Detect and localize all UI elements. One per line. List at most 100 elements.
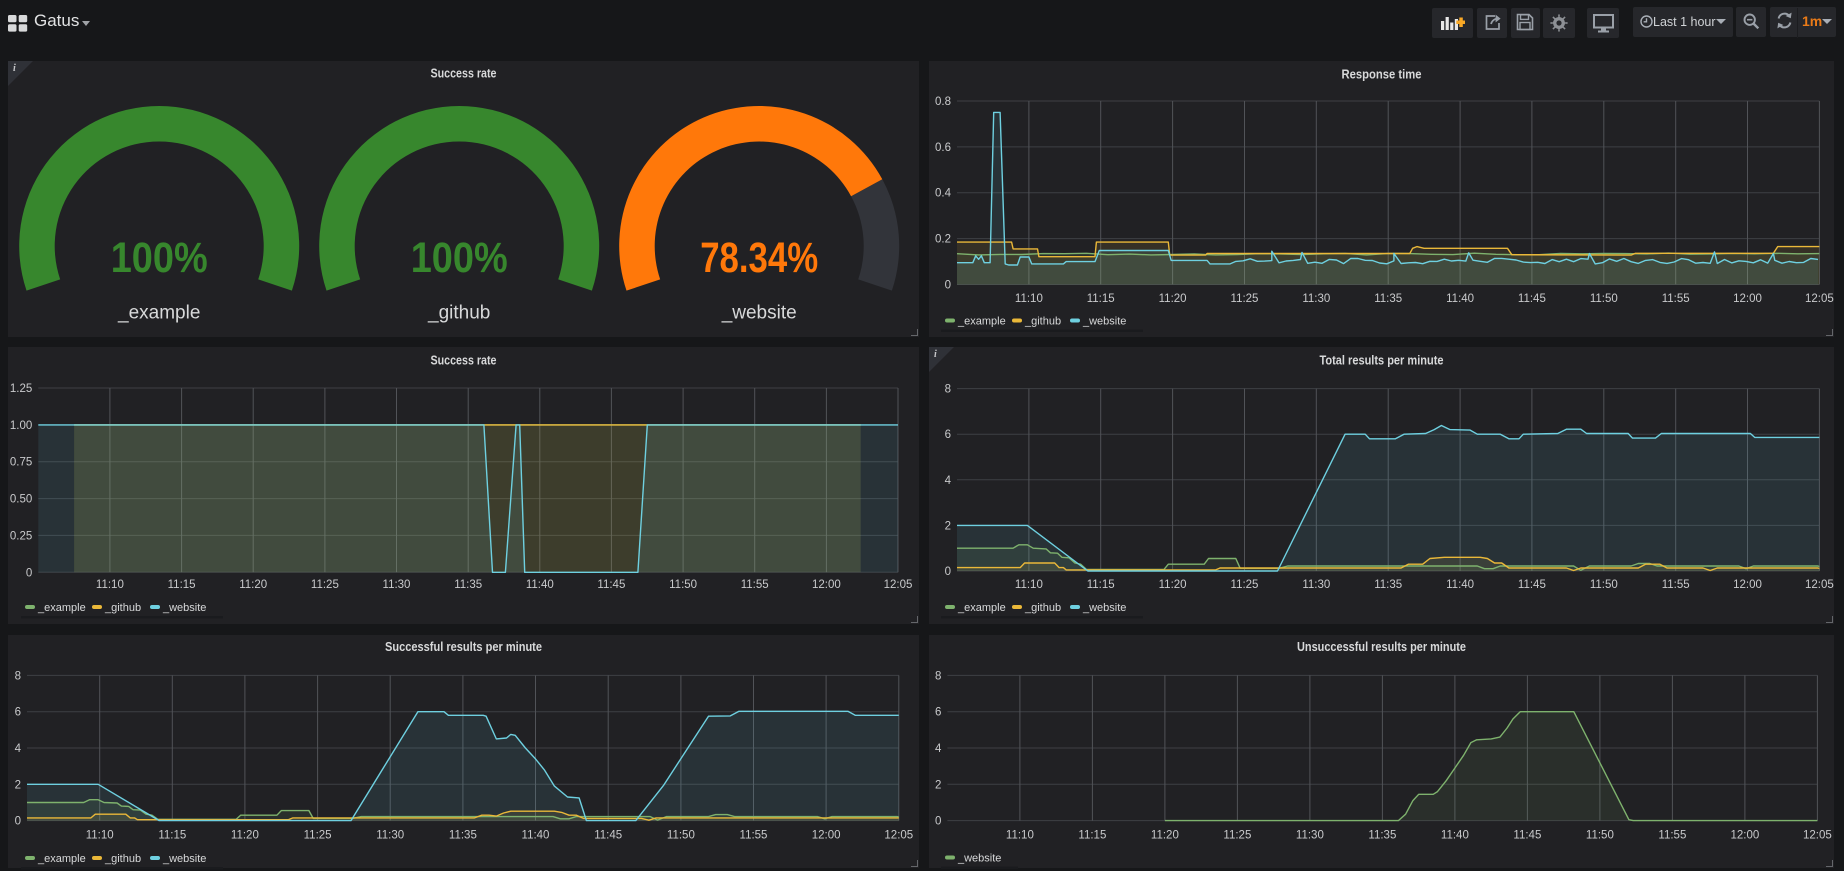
svg-text:6: 6	[935, 707, 941, 719]
svg-text:11:45: 11:45	[1518, 293, 1546, 305]
svg-text:100%: 100%	[111, 234, 208, 282]
svg-text:12:05: 12:05	[884, 579, 913, 591]
svg-text:11:10: 11:10	[1015, 293, 1043, 305]
svg-text:12:00: 12:00	[812, 830, 841, 842]
svg-text:11:55: 11:55	[1658, 830, 1686, 842]
svg-text:12:05: 12:05	[884, 830, 913, 842]
svg-text:_website: _website	[721, 303, 797, 324]
svg-text:11:55: 11:55	[741, 579, 769, 591]
svg-text:100%: 100%	[411, 234, 508, 282]
svg-text:0: 0	[945, 566, 951, 578]
svg-text:11:40: 11:40	[522, 830, 550, 842]
svg-text:11:50: 11:50	[667, 830, 695, 842]
svg-text:11:30: 11:30	[1302, 293, 1330, 305]
svg-text:11:40: 11:40	[526, 579, 554, 591]
svg-text:Successful results per minute: Successful results per minute	[385, 639, 542, 654]
svg-text:2: 2	[15, 779, 21, 791]
svg-text:11:30: 11:30	[1302, 579, 1330, 591]
svg-text:_github: _github	[104, 602, 141, 614]
svg-text:0: 0	[15, 816, 21, 828]
svg-text:11:15: 11:15	[1087, 579, 1115, 591]
svg-text:0: 0	[26, 567, 32, 579]
svg-text:1.00: 1.00	[10, 420, 32, 432]
svg-text:78.34%: 78.34%	[700, 234, 818, 282]
svg-text:_website: _website	[957, 853, 1001, 865]
svg-text:11:55: 11:55	[740, 830, 768, 842]
svg-text:11:10: 11:10	[96, 579, 124, 591]
svg-text:11:25: 11:25	[311, 579, 339, 591]
svg-text:11:20: 11:20	[1151, 830, 1179, 842]
svg-text:11:50: 11:50	[669, 579, 697, 591]
svg-text:8: 8	[935, 670, 941, 682]
svg-text:12:00: 12:00	[1733, 579, 1762, 591]
svg-text:4: 4	[945, 475, 952, 487]
svg-text:_example: _example	[37, 602, 86, 614]
svg-text:11:25: 11:25	[1223, 830, 1251, 842]
svg-text:11:20: 11:20	[1159, 293, 1187, 305]
svg-text:11:30: 11:30	[376, 830, 404, 842]
svg-text:11:20: 11:20	[239, 579, 267, 591]
svg-text:11:35: 11:35	[449, 830, 477, 842]
svg-text:11:50: 11:50	[1590, 293, 1618, 305]
svg-text:11:15: 11:15	[158, 830, 186, 842]
svg-text:6: 6	[945, 429, 951, 441]
svg-text:_website: _website	[162, 602, 206, 614]
svg-text:11:55: 11:55	[1662, 293, 1690, 305]
svg-text:11:10: 11:10	[1015, 579, 1043, 591]
svg-text:0.2: 0.2	[935, 234, 951, 246]
svg-text:4: 4	[15, 743, 22, 755]
svg-text:11:35: 11:35	[1368, 830, 1396, 842]
svg-text:11:10: 11:10	[1006, 830, 1034, 842]
svg-text:Response time: Response time	[1342, 67, 1422, 82]
svg-text:11:35: 11:35	[1374, 579, 1402, 591]
svg-text:11:50: 11:50	[1590, 579, 1618, 591]
svg-text:_example: _example	[957, 602, 1006, 614]
svg-text:11:40: 11:40	[1446, 293, 1474, 305]
svg-text:Success rate: Success rate	[431, 353, 497, 368]
svg-text:_website: _website	[1082, 316, 1126, 328]
svg-text:11:55: 11:55	[1662, 579, 1690, 591]
svg-text:0.75: 0.75	[10, 457, 32, 469]
svg-text:12:00: 12:00	[1731, 830, 1760, 842]
svg-text:0: 0	[945, 280, 951, 292]
svg-text:11:35: 11:35	[454, 579, 482, 591]
svg-text:12:05: 12:05	[1803, 830, 1832, 842]
svg-text:Success rate: Success rate	[431, 66, 497, 81]
svg-text:0.6: 0.6	[935, 142, 951, 154]
svg-text:11:20: 11:20	[1159, 579, 1187, 591]
svg-text:11:40: 11:40	[1446, 579, 1474, 591]
svg-text:2: 2	[935, 779, 941, 791]
svg-text:11:30: 11:30	[383, 579, 411, 591]
svg-text:_example: _example	[957, 316, 1006, 328]
svg-text:0.50: 0.50	[10, 494, 32, 506]
svg-text:0.8: 0.8	[935, 96, 951, 108]
svg-text:11:25: 11:25	[1231, 579, 1259, 591]
svg-text:12:00: 12:00	[1733, 293, 1762, 305]
svg-text:0.25: 0.25	[10, 530, 32, 542]
svg-text:11:45: 11:45	[1513, 830, 1541, 842]
svg-text:_website: _website	[1082, 602, 1126, 614]
svg-text:12:05: 12:05	[1805, 293, 1834, 305]
svg-text:_example: _example	[37, 853, 86, 865]
svg-text:_github: _github	[1024, 602, 1061, 614]
svg-text:11:15: 11:15	[1078, 830, 1106, 842]
svg-text:11:20: 11:20	[231, 830, 259, 842]
svg-text:12:00: 12:00	[812, 579, 841, 591]
svg-text:11:15: 11:15	[1087, 293, 1115, 305]
svg-text:_github: _github	[104, 853, 141, 865]
svg-text:8: 8	[15, 670, 21, 682]
svg-text:4: 4	[935, 743, 942, 755]
svg-text:11:35: 11:35	[1374, 293, 1402, 305]
svg-text:0.4: 0.4	[935, 188, 952, 200]
svg-text:_website: _website	[162, 853, 206, 865]
svg-text:11:15: 11:15	[168, 579, 196, 591]
svg-text:_github: _github	[1024, 316, 1061, 328]
svg-text:11:10: 11:10	[86, 830, 114, 842]
svg-text:11:50: 11:50	[1586, 830, 1614, 842]
svg-text:2: 2	[945, 520, 951, 532]
svg-text:_github: _github	[427, 303, 490, 324]
svg-text:Unsuccessful results per minut: Unsuccessful results per minute	[1297, 639, 1466, 654]
svg-text:12:05: 12:05	[1805, 579, 1834, 591]
svg-text:0: 0	[935, 816, 941, 828]
svg-text:1.25: 1.25	[10, 383, 32, 395]
